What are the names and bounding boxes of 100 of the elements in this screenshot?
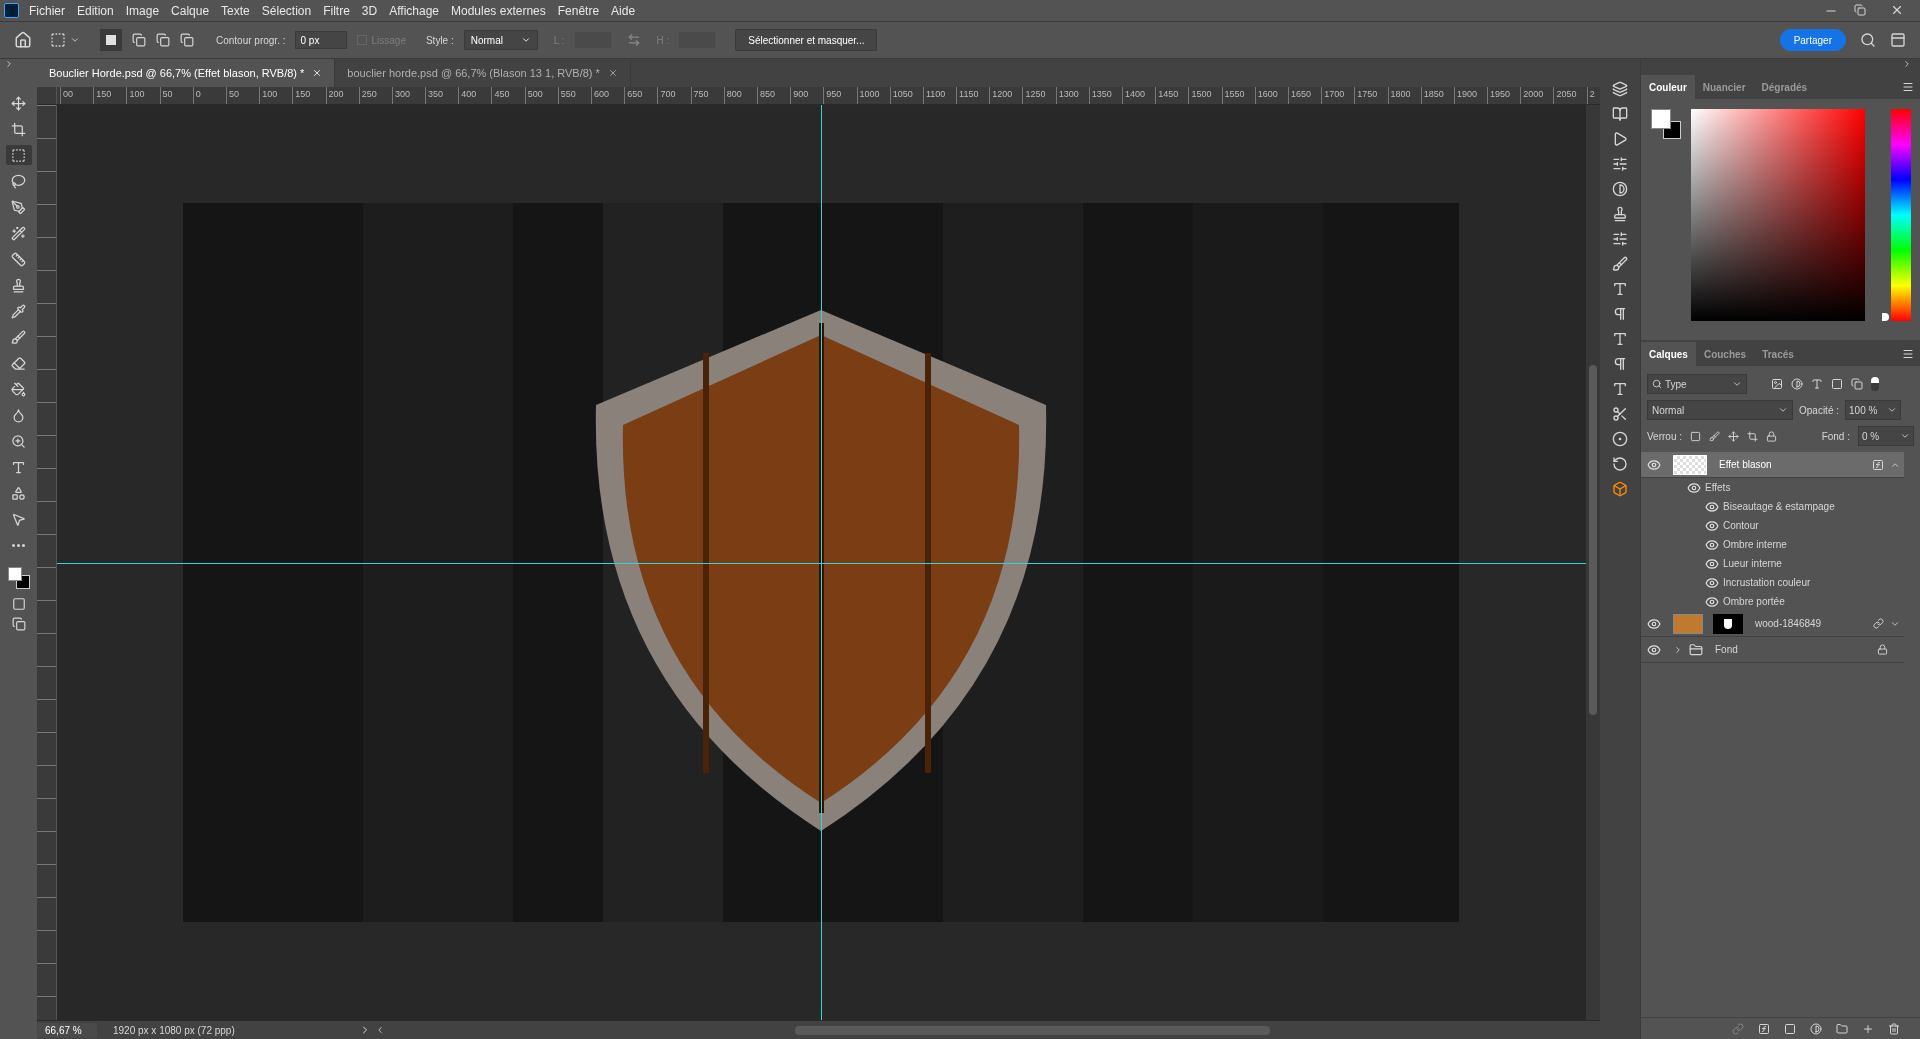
panel-tab[interactable]: Calques (1641, 342, 1696, 366)
layer-filter-dropdown[interactable]: Type (1647, 374, 1747, 394)
expand-icon[interactable] (4, 59, 14, 69)
menu-item[interactable]: Aide (605, 1, 642, 20)
visibility-eye-icon[interactable] (1647, 457, 1661, 472)
color-swatches-drawing[interactable] (5, 565, 32, 591)
close-icon[interactable] (1890, 3, 1904, 17)
restore-icon[interactable] (1854, 4, 1866, 16)
shape-filter-icon[interactable] (1831, 378, 1843, 390)
tool-button[interactable] (5, 145, 32, 165)
mask-icon[interactable] (1784, 1022, 1796, 1035)
visibility-eye-icon[interactable] (1687, 480, 1701, 495)
horizontal-scrollbar[interactable] (795, 1025, 1270, 1035)
panel-tab[interactable]: Nuancier (1694, 75, 1754, 99)
intersect-selection-icon[interactable] (180, 33, 194, 47)
lock-position-icon[interactable] (1728, 430, 1740, 442)
lock-artboard-icon[interactable] (1747, 430, 1759, 442)
new-selection-icon[interactable] (100, 29, 122, 51)
menu-item[interactable]: Affichage (383, 1, 445, 20)
panel-tab[interactable]: Tracés (1754, 342, 1802, 366)
panel-tab[interactable]: Couleur (1641, 75, 1695, 99)
panel-menu-icon[interactable] (1902, 81, 1914, 93)
add-selection-icon[interactable] (132, 33, 146, 47)
menu-item[interactable]: Calque (165, 1, 216, 20)
menu-item[interactable]: Sélection (255, 1, 318, 20)
cube-icon[interactable] (1612, 481, 1628, 497)
collapse-icon[interactable] (1902, 59, 1912, 69)
close-icon[interactable] (607, 68, 618, 78)
paragraph-icon[interactable] (1612, 306, 1628, 322)
layer-row[interactable]: Effet blason (1641, 452, 1904, 478)
style-dropdown[interactable]: Normal (463, 30, 538, 50)
panel-tab[interactable]: Couches (1695, 342, 1755, 366)
zoom-level[interactable]: 66,67 % (37, 1022, 97, 1038)
menu-item[interactable]: Image (119, 1, 166, 20)
menu-item[interactable]: Fenêtre (551, 1, 606, 20)
scroll-left-icon[interactable] (375, 1025, 385, 1035)
opacity-field[interactable]: 100 % (1845, 400, 1902, 420)
visibility-eye-icon[interactable] (1705, 499, 1719, 514)
fill-field[interactable]: 0 % (1858, 426, 1914, 446)
ruler-label: 1050 (889, 87, 923, 104)
subtract-selection-icon[interactable] (156, 33, 170, 47)
visibility-eye-icon[interactable] (1647, 616, 1661, 631)
visibility-eye-icon[interactable] (1705, 537, 1719, 552)
text-filter-icon[interactable] (1811, 378, 1823, 390)
hue-slider-thumb[interactable] (1882, 313, 1889, 321)
share-button[interactable]: Partager (1779, 29, 1846, 51)
trash-icon[interactable] (1888, 1022, 1900, 1035)
color-swatches-drawing[interactable] (1651, 109, 1681, 141)
image-filter-icon[interactable] (1771, 378, 1783, 390)
rotate-icon[interactable] (1612, 456, 1628, 472)
character-icon[interactable] (1612, 281, 1628, 297)
caret-icon[interactable] (70, 35, 80, 45)
magnifier-icon (11, 433, 26, 449)
book-icon[interactable] (1612, 106, 1628, 122)
visibility-eye-icon[interactable] (1705, 518, 1719, 533)
panel-tab[interactable]: Dégradés (1753, 75, 1816, 99)
lock-paint-icon[interactable] (1709, 430, 1721, 442)
dashed-rectangle-icon[interactable] (50, 32, 66, 48)
menu-item[interactable]: Filtre (317, 1, 356, 20)
new-layer-icon[interactable] (1862, 1022, 1874, 1035)
close-icon[interactable] (312, 68, 323, 78)
filter-toggle[interactable] (1871, 377, 1879, 391)
scissors-icon[interactable] (1612, 406, 1628, 422)
stamp-icon[interactable] (1612, 206, 1628, 222)
feather-field[interactable]: 0 px (295, 31, 348, 49)
document-tab[interactable]: Bouclier Horde.psd @ 66,7% (Effet blason, RVB/8) * (37, 59, 336, 87)
vertical-scrollbar[interactable] (1586, 105, 1600, 1020)
screen-mode-icon[interactable] (11, 617, 26, 631)
lock-icon[interactable] (1766, 430, 1778, 442)
half-circle-icon[interactable] (1612, 181, 1628, 197)
visibility-eye-icon[interactable] (1705, 575, 1719, 590)
layer-row[interactable]: wood-1846849 (1641, 611, 1904, 637)
sliders-icon[interactable] (1612, 156, 1628, 172)
menu-item[interactable]: 3D (355, 1, 384, 20)
menu-item[interactable]: Texte (215, 1, 256, 20)
smart-object-filter-icon[interactable] (1851, 378, 1863, 390)
menu-item[interactable]: Fichier (23, 1, 71, 20)
folder-icon[interactable] (1836, 1022, 1848, 1035)
brush-icon[interactable] (1612, 256, 1628, 272)
visibility-eye-icon[interactable] (1705, 594, 1719, 609)
search-icon[interactable] (1860, 32, 1876, 48)
color-field[interactable] (1691, 109, 1865, 321)
home-icon[interactable] (14, 31, 32, 49)
workspace-icon[interactable] (1890, 32, 1906, 48)
blend-mode-dropdown[interactable]: Normal (1647, 400, 1793, 420)
paragraph-style-icon[interactable] (1612, 356, 1628, 372)
layer-row[interactable]: Fond (1641, 637, 1904, 663)
quick-mask-icon[interactable] (11, 597, 26, 611)
adjustment-filter-icon[interactable] (1791, 378, 1803, 390)
visibility-eye-icon[interactable] (1705, 556, 1719, 571)
menu-item[interactable]: Modules externes (445, 1, 552, 20)
lock-pixels-icon[interactable] (1690, 430, 1702, 442)
select-and-mask-button[interactable]: Sélectionner et masquer... (735, 29, 878, 51)
menu-item[interactable]: Edition (71, 1, 120, 20)
adjustment-icon[interactable] (1810, 1022, 1822, 1035)
play-icon[interactable] (1612, 131, 1628, 147)
visibility-eye-icon[interactable] (1647, 642, 1661, 657)
panel-menu-icon[interactable] (1902, 348, 1914, 360)
link-icon[interactable] (1873, 618, 1884, 629)
expand-icon[interactable] (1673, 644, 1683, 655)
